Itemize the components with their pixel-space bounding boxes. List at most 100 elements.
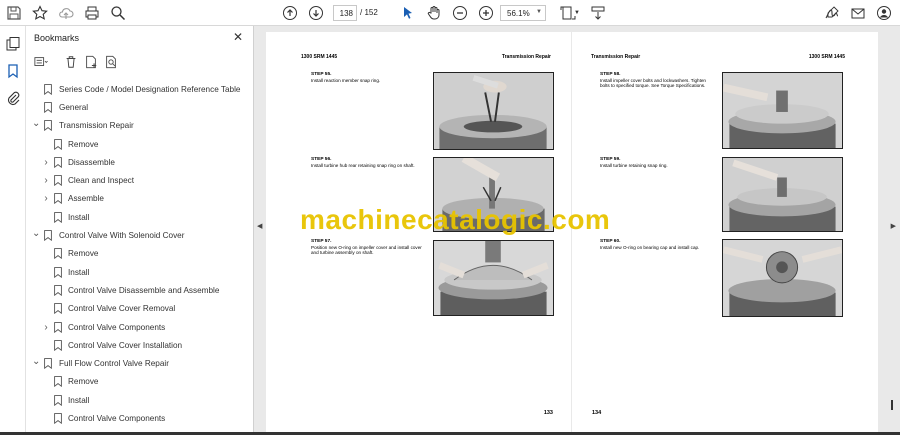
- bookmark-item[interactable]: Control Valve Components: [26, 409, 254, 427]
- new-bookmark-icon[interactable]: [84, 55, 98, 69]
- bookmark-icon: [44, 102, 52, 113]
- bookmark-icon: [54, 193, 62, 205]
- bookmark-item[interactable]: Remove: [26, 245, 254, 263]
- step-55-photo: [433, 72, 554, 150]
- page-number: 133: [543, 410, 553, 416]
- bookmark-item[interactable]: Control Valve Cover Removal: [26, 300, 254, 318]
- step-58: STEP 58. Install impeller cover bolts an…: [600, 72, 715, 89]
- sign-icon[interactable]: [822, 3, 842, 23]
- bookmark-icon: [54, 339, 62, 351]
- scroll-indicator[interactable]: [891, 400, 893, 410]
- delete-icon[interactable]: [64, 55, 78, 69]
- page-header-right: Transmission Repair: [501, 54, 551, 60]
- attachments-icon[interactable]: [5, 90, 21, 106]
- collapse-right-icon[interactable]: ▶: [891, 222, 896, 230]
- previous-page-icon[interactable]: [280, 3, 300, 23]
- step-text: Install reaction member snap ring.: [311, 77, 381, 83]
- bookmark-icon: [44, 358, 52, 370]
- bookmark-label: General: [59, 102, 89, 112]
- bookmark-icon: [44, 120, 52, 132]
- print-icon[interactable]: [82, 3, 102, 23]
- select-cursor-icon[interactable]: [398, 3, 418, 23]
- step-text: Install new O-ring on bearing cap and in…: [600, 244, 700, 250]
- bookmark-label: Remove: [68, 139, 99, 149]
- bookmark-label: Series Code / Model Designation Referenc…: [59, 84, 241, 94]
- bookmark-list: Series Code / Model Designation Referenc…: [26, 80, 254, 428]
- bookmark-icon: [54, 394, 62, 406]
- email-icon[interactable]: [848, 3, 868, 23]
- page-number-input[interactable]: 138: [333, 5, 357, 21]
- page-thumbnails-icon[interactable]: [5, 36, 21, 52]
- step-57: STEP 57. Position new O-ring on impeller…: [311, 239, 426, 256]
- bookmark-icon: [54, 303, 62, 315]
- bookmark-label: Transmission Repair: [59, 121, 134, 131]
- bookmark-item[interactable]: Control Valve Cover Installation: [26, 336, 254, 354]
- zoom-level-value: 56.1%: [507, 8, 530, 18]
- chevron-down-icon: ▼: [536, 9, 542, 15]
- bookmark-item[interactable]: › Control Valve Components: [26, 318, 254, 336]
- bookmark-icon: [54, 321, 62, 333]
- bookmark-item[interactable]: ⌄ Full Flow Control Valve Repair: [26, 354, 254, 372]
- chevron-right-icon[interactable]: ›: [42, 157, 50, 168]
- collapse-left-icon[interactable]: ◀: [257, 222, 262, 230]
- bookmark-label: Control Valve Cover Installation: [68, 340, 183, 350]
- chevron-right-icon[interactable]: ›: [42, 175, 50, 186]
- bookmark-item[interactable]: Install: [26, 391, 254, 409]
- step-57-photo: [433, 240, 554, 316]
- bookmark-star-icon[interactable]: [30, 3, 50, 23]
- scroll-mode-icon[interactable]: [588, 3, 608, 23]
- options-menu-icon[interactable]: [34, 55, 48, 69]
- search-icon[interactable]: [108, 3, 128, 23]
- bookmark-icon: [54, 285, 62, 296]
- chevron-right-icon[interactable]: ›: [42, 322, 50, 333]
- upload-cloud-icon[interactable]: [56, 3, 76, 23]
- bookmark-label: Control Valve Disassemble and Assemble: [68, 285, 220, 295]
- save-icon[interactable]: [4, 3, 24, 23]
- hand-tool-icon[interactable]: [424, 3, 444, 23]
- page-fit-dropdown-icon[interactable]: ▼: [572, 3, 582, 23]
- step-56: STEP 56. Install turbine hub rear retain…: [311, 157, 426, 168]
- bookmark-item[interactable]: › Clean and Inspect: [26, 171, 254, 189]
- bookmark-icon: [54, 248, 62, 260]
- chevron-down-icon[interactable]: ⌄: [32, 356, 40, 367]
- bookmarks-panel: Bookmarks ✕ Series Code / Model Designat…: [26, 26, 254, 435]
- find-bookmark-icon[interactable]: [104, 55, 118, 69]
- bookmark-label: Control Valve Components: [68, 322, 166, 332]
- step-60-photo: [722, 239, 843, 317]
- bookmark-icon: [54, 138, 62, 150]
- zoom-out-icon[interactable]: [450, 3, 470, 23]
- watermark-text: machinecatalogic.com: [300, 204, 611, 235]
- main-toolbar: 138 / 152 56.1% ▼ ▼: [0, 0, 900, 26]
- bookmark-label: Full Flow Control Valve Repair: [59, 359, 169, 369]
- account-icon[interactable]: [874, 3, 894, 23]
- bookmark-item[interactable]: Install: [26, 208, 254, 226]
- step-text: Position new O-ring on impeller cover an…: [311, 244, 422, 256]
- bookmark-item[interactable]: Remove: [26, 373, 254, 391]
- next-page-icon[interactable]: [306, 3, 326, 23]
- zoom-level-select[interactable]: 56.1% ▼: [500, 5, 546, 21]
- bookmark-icon: [54, 211, 62, 223]
- bookmark-label: Install: [68, 395, 90, 405]
- bookmark-item[interactable]: Remove: [26, 135, 254, 153]
- close-icon[interactable]: ✕: [233, 30, 243, 44]
- chevron-down-icon[interactable]: ⌄: [32, 228, 40, 239]
- bookmark-item[interactable]: › Assemble: [26, 190, 254, 208]
- bookmark-label: Assemble: [68, 194, 104, 204]
- chevron-down-icon[interactable]: ⌄: [32, 118, 40, 129]
- page-total-label: / 152: [360, 8, 378, 17]
- bookmark-item[interactable]: Control Valve Disassemble and Assemble: [26, 281, 254, 299]
- bookmark-item[interactable]: General: [26, 98, 254, 116]
- zoom-in-icon[interactable]: [476, 3, 496, 23]
- chevron-right-icon[interactable]: ›: [42, 193, 50, 204]
- bookmark-item[interactable]: Install: [26, 263, 254, 281]
- bookmark-label: Install: [68, 212, 90, 222]
- page-number: 134: [592, 410, 602, 416]
- bookmark-item[interactable]: › Disassemble: [26, 153, 254, 171]
- bookmark-item[interactable]: ⌄ Control Valve With Solenoid Cover: [26, 226, 254, 244]
- bookmark-item[interactable]: ⌄ Transmission Repair: [26, 117, 254, 135]
- bookmark-item[interactable]: Series Code / Model Designation Referenc…: [26, 80, 254, 98]
- bookmarks-panel-icon[interactable]: [5, 63, 21, 79]
- left-navigation-rail: [0, 26, 26, 435]
- bookmark-label: Remove: [68, 377, 99, 387]
- page-header-left: Transmission Repair: [591, 54, 641, 60]
